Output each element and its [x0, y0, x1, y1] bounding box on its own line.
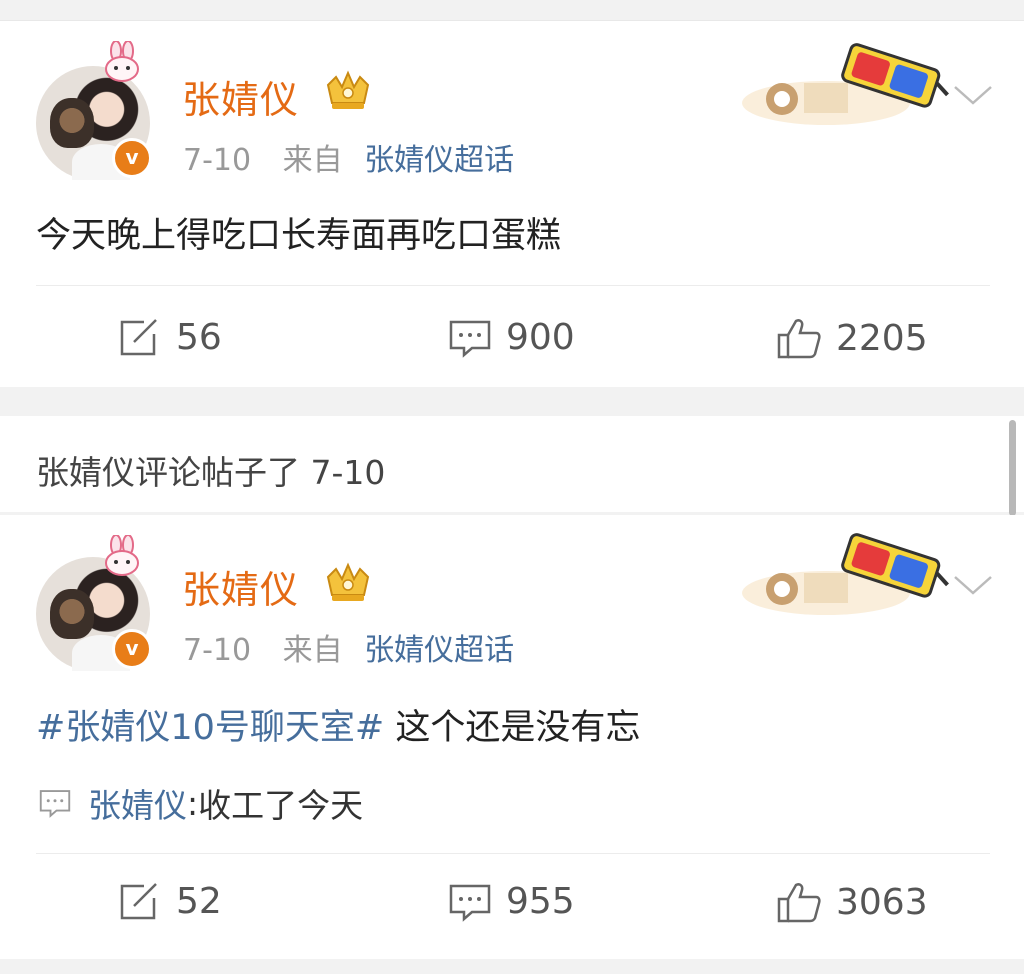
- like-count: 2205: [836, 317, 928, 359]
- crown-icon[interactable]: [322, 561, 374, 605]
- comment-count: 900: [506, 317, 575, 358]
- avatar-dog: [50, 98, 94, 148]
- post-meta: 7-10 来自 张婧仪超话: [183, 135, 514, 179]
- divider: [36, 853, 990, 854]
- weibo-post[interactable]: v 张婧仪 7-10 来自 张婧仪超话 #张婧仪10号聊天室# 这个还是没有忘: [0, 515, 1024, 959]
- avatar[interactable]: v: [36, 66, 152, 180]
- weibo-post[interactable]: v 张婧仪 7-10 来自 张婧仪超话 今天晚上得吃口长寿面再吃口蛋糕 56 9…: [0, 20, 1024, 387]
- comment-icon: [449, 884, 491, 922]
- comment-button[interactable]: 955: [448, 881, 575, 922]
- source-link[interactable]: 张婧仪超话: [364, 633, 514, 668]
- bunny-sticker-icon: [105, 41, 139, 82]
- comment-preview[interactable]: 张婧仪: 收工了今天: [38, 779, 363, 827]
- like-button[interactable]: 3063: [776, 881, 928, 923]
- post-content: #张婧仪10号聊天室# 这个还是没有忘: [36, 699, 640, 750]
- post-date: 7-10: [183, 143, 252, 178]
- post-date: 7-10: [183, 633, 252, 668]
- from-label: 来自: [282, 143, 343, 178]
- post-text: 这个还是没有忘: [384, 708, 641, 748]
- topic-link[interactable]: #张婧仪10号聊天室#: [36, 708, 384, 748]
- author-name[interactable]: 张婧仪: [182, 559, 299, 614]
- v-badge-icon: v: [112, 138, 152, 178]
- scrollbar[interactable]: [1009, 420, 1016, 516]
- from-label: 来自: [282, 633, 343, 668]
- post-content: 今天晚上得吃口长寿面再吃口蛋糕: [36, 216, 562, 256]
- 3d-glasses-sticker: [742, 43, 949, 125]
- activity-text: 张婧仪评论帖子了 7-10: [36, 453, 386, 492]
- reply-author[interactable]: 张婧仪: [88, 779, 187, 827]
- activity-bar[interactable]: 张婧仪评论帖子了 7-10: [0, 416, 1024, 516]
- bunny-sticker-icon: [105, 535, 139, 576]
- crown-icon[interactable]: [322, 69, 374, 113]
- repost-button[interactable]: 56: [118, 317, 222, 358]
- source-link[interactable]: 张婧仪超话: [364, 143, 514, 178]
- v-badge-icon: v: [112, 629, 152, 669]
- avatar-dog: [50, 589, 94, 639]
- chevron-down-icon[interactable]: [952, 83, 994, 107]
- repost-icon: [120, 882, 157, 919]
- like-button[interactable]: 2205: [776, 317, 928, 359]
- reply-text: 收工了今天: [198, 786, 364, 825]
- comment-icon: [39, 790, 71, 818]
- chevron-down-icon[interactable]: [952, 573, 994, 597]
- repost-button[interactable]: 52: [118, 881, 222, 922]
- repost-count: 52: [176, 881, 222, 922]
- author-name[interactable]: 张婧仪: [182, 69, 299, 124]
- post-meta: 7-10 来自 张婧仪超话: [183, 625, 514, 669]
- thumbs-up-icon: [777, 319, 821, 359]
- repost-icon: [120, 318, 157, 355]
- thumbs-up-icon: [777, 883, 821, 923]
- like-count: 3063: [836, 881, 928, 923]
- comment-count: 955: [506, 881, 575, 922]
- repost-count: 56: [176, 317, 222, 358]
- comment-icon: [449, 320, 491, 358]
- divider: [36, 285, 990, 286]
- reply-separator: :: [187, 783, 199, 823]
- 3d-glasses-sticker: [742, 533, 949, 615]
- comment-button[interactable]: 900: [448, 317, 575, 358]
